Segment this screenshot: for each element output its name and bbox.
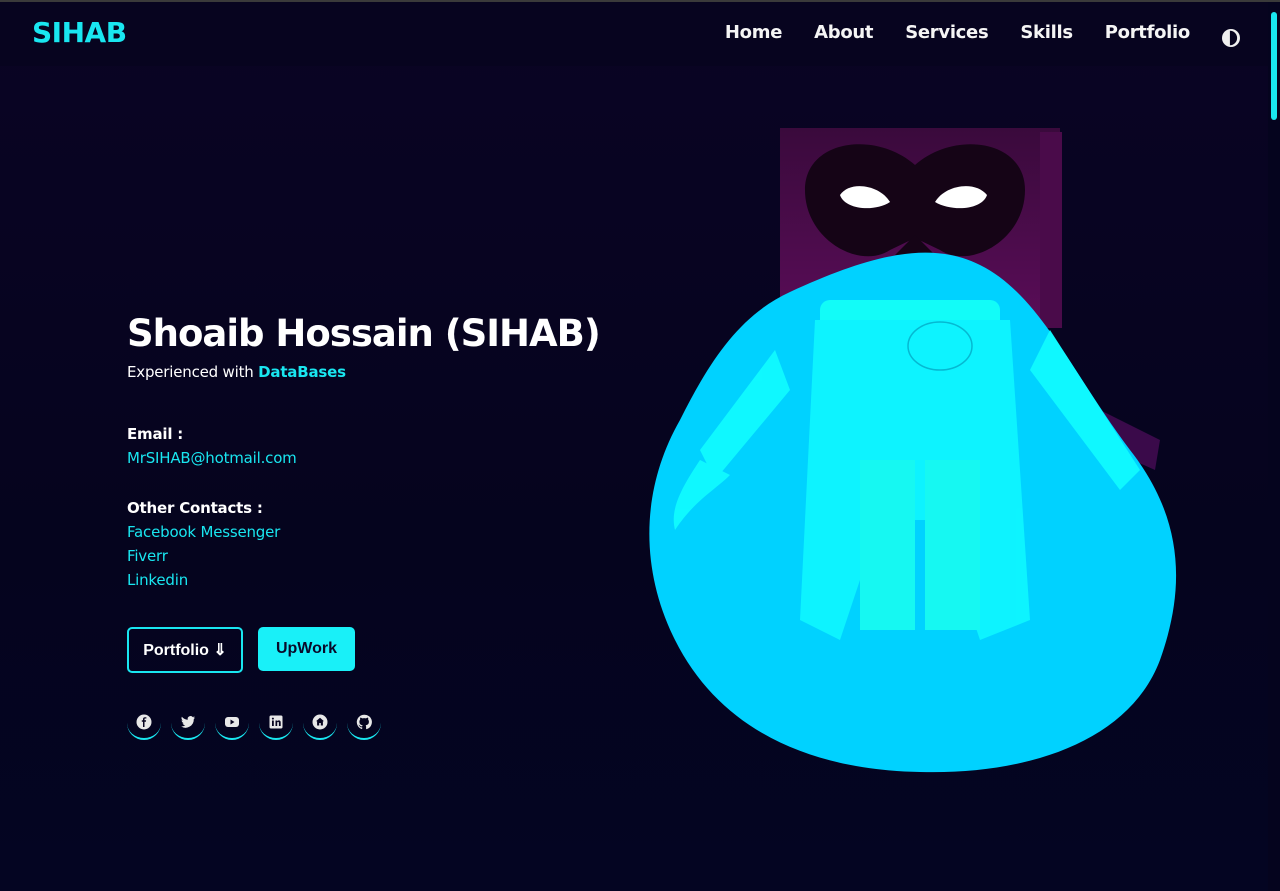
home-icon[interactable]	[303, 706, 337, 740]
scrollbar-thumb[interactable]	[1271, 12, 1277, 120]
nav-home[interactable]: Home	[725, 22, 783, 43]
nav-about[interactable]: About	[814, 22, 873, 43]
hero-tagline: Experienced with DataBases	[127, 363, 647, 381]
youtube-icon[interactable]	[215, 706, 249, 740]
page: SIHAB Home About Services Skills Portfol…	[0, 0, 1280, 891]
hero-buttons: Portfolio ⇓ UpWork	[127, 627, 355, 673]
email-link[interactable]: MrSIHAB@hotmail.com	[127, 449, 297, 467]
facebook-icon[interactable]	[127, 706, 161, 740]
hero-name: Shoaib Hossain (SIHAB)	[127, 312, 601, 355]
hero-section: Shoaib Hossain (SIHAB) Experienced with …	[127, 312, 647, 740]
github-icon[interactable]	[347, 706, 381, 740]
scrollbar[interactable]	[1268, 2, 1280, 891]
nav-skills[interactable]: Skills	[1020, 22, 1073, 43]
social-links	[127, 706, 381, 740]
twitter-icon[interactable]	[171, 706, 205, 740]
contact-facebook-messenger[interactable]: Facebook Messenger	[127, 523, 280, 541]
tagline-prefix: Experienced with	[127, 363, 259, 381]
contact-fiverr[interactable]: Fiverr	[127, 547, 280, 565]
contact-linkedin[interactable]: Linkedin	[127, 571, 280, 589]
main-nav: Home About Services Skills Portfolio	[725, 22, 1190, 43]
site-logo[interactable]: SIHAB	[32, 16, 127, 49]
nav-portfolio[interactable]: Portfolio	[1105, 22, 1191, 43]
linkedin-icon[interactable]	[259, 706, 293, 740]
upwork-button[interactable]: UpWork	[258, 627, 355, 671]
contacts-block: Other Contacts : Facebook Messenger Five…	[127, 499, 280, 589]
email-block: Email : MrSIHAB@hotmail.com	[127, 425, 297, 467]
theme-toggle-icon[interactable]	[1222, 29, 1240, 47]
site-header: SIHAB Home About Services Skills Portfol…	[0, 2, 1268, 66]
contacts-label: Other Contacts :	[127, 499, 263, 517]
email-label: Email :	[127, 425, 184, 443]
portfolio-button[interactable]: Portfolio ⇓	[127, 627, 243, 673]
tagline-highlight: DataBases	[258, 363, 346, 381]
hero-illustration	[649, 128, 1177, 773]
nav-services[interactable]: Services	[905, 22, 988, 43]
